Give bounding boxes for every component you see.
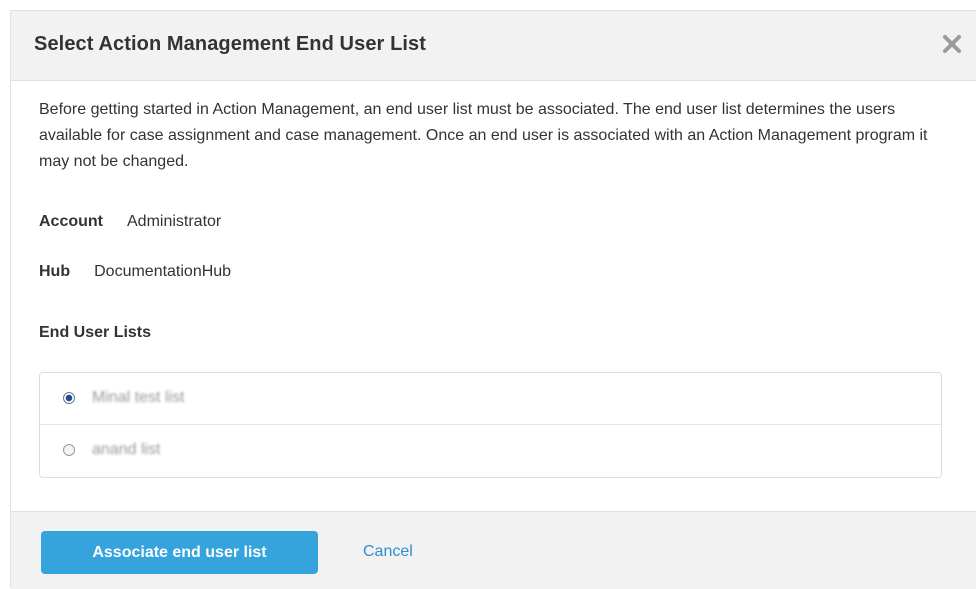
dialog-body: Before getting started in Action Managem…	[11, 81, 976, 511]
account-value: Administrator	[127, 213, 222, 230]
list-item-label: anand list	[92, 441, 161, 458]
hub-row: Hub DocumentationHub	[39, 263, 231, 281]
associate-end-user-list-button[interactable]: Associate end user list	[41, 531, 318, 574]
dialog-footer: Associate end user list Cancel	[11, 511, 976, 589]
list-item[interactable]: anand list	[40, 425, 941, 477]
end-user-list-group: Minal test list anand list	[39, 372, 942, 478]
radio-button[interactable]	[63, 444, 75, 456]
account-label: Account	[39, 213, 103, 230]
list-item-label: Minal test list	[92, 389, 185, 406]
intro-text: Before getting started in Action Managem…	[39, 101, 928, 170]
dialog-header: Select Action Management End User List	[11, 11, 976, 81]
hub-value: DocumentationHub	[94, 263, 232, 280]
dialog-title: Select Action Management End User List	[34, 33, 427, 55]
select-end-user-list-dialog: Select Action Management End User List B…	[10, 10, 976, 589]
list-item[interactable]: Minal test list	[40, 373, 941, 425]
close-button[interactable]	[939, 31, 965, 57]
account-row: Account Administrator	[39, 213, 221, 231]
radio-button-selected[interactable]	[63, 392, 75, 404]
cancel-link[interactable]: Cancel	[363, 543, 413, 561]
close-icon	[943, 35, 961, 53]
hub-label: Hub	[39, 263, 71, 280]
end-user-lists-heading: End User Lists	[39, 324, 152, 341]
